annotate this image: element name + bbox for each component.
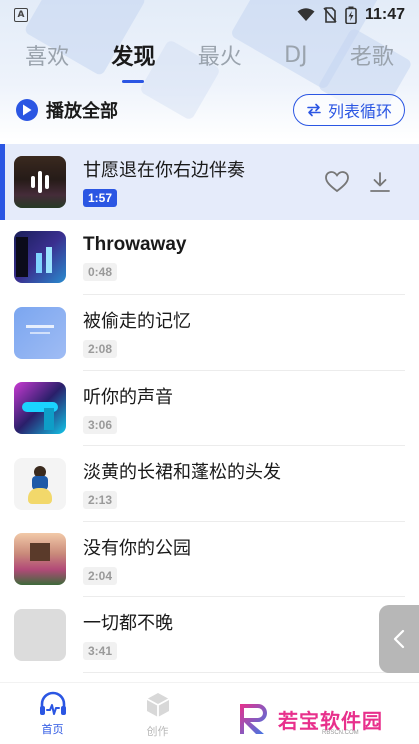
tab-old-songs[interactable]: 老歌	[350, 39, 394, 77]
song-title: 听你的声音	[83, 386, 173, 408]
loop-mode-label: 列表循环	[327, 102, 392, 121]
repeat-icon	[307, 103, 321, 117]
clock: 11:47	[364, 6, 405, 23]
song-title: 一切都不晚	[83, 613, 173, 635]
song-cover	[14, 608, 66, 661]
song-title: 没有你的公园	[83, 537, 191, 559]
nav-create[interactable]: 创作	[105, 691, 210, 739]
nav-home[interactable]: 首页	[0, 691, 105, 737]
song-title: 被偷走的记忆	[83, 311, 191, 333]
song-duration: 3:06	[83, 415, 118, 434]
cover-art	[44, 408, 54, 431]
cover-art	[46, 247, 52, 274]
song-row[interactable]: 一切都不晚 3:41	[0, 597, 419, 673]
tab-like[interactable]: 喜欢	[25, 39, 69, 77]
song-title: 甘愿退在你右边伴奏	[83, 160, 245, 182]
song-duration: 2:08	[83, 340, 118, 359]
song-row[interactable]: 淡黄的长裙和蓬松的头发 2:13	[0, 446, 419, 522]
song-duration: 2:13	[83, 491, 118, 510]
no-sim-icon	[323, 7, 337, 23]
cover-art	[28, 487, 52, 504]
watermark-subtext: RBSCN.COM	[322, 730, 359, 736]
tab-discover[interactable]: 发现	[111, 39, 155, 77]
cover-art	[36, 253, 42, 274]
song-cover	[14, 382, 66, 435]
song-title: Throwaway	[83, 233, 187, 255]
song-row[interactable]: 被偷走的记忆 2:08	[0, 295, 419, 371]
cover-art	[26, 324, 54, 328]
song-cover	[14, 533, 66, 586]
cover-art	[30, 543, 50, 562]
song-duration: 0:48	[83, 262, 118, 281]
cube-icon	[146, 693, 169, 717]
app-notification-icon: A	[14, 8, 28, 22]
cover-art	[30, 331, 50, 334]
song-title: 淡黄的长裙和蓬松的头发	[83, 462, 281, 484]
song-row[interactable]: 听你的声音 3:06	[0, 371, 419, 446]
song-duration: 2:04	[83, 566, 118, 585]
side-drawer-button[interactable]	[379, 605, 419, 673]
heart-icon[interactable]	[325, 170, 349, 193]
status-bar: A 11:47	[0, 0, 419, 30]
song-duration: 1:57	[83, 189, 118, 208]
nav-home-label: 首页	[41, 723, 64, 736]
chevron-left-icon	[393, 629, 405, 649]
tab-dj[interactable]: DJ	[284, 43, 307, 74]
song-cover	[14, 155, 66, 208]
playlist-controls: 播放全部 列表循环	[0, 92, 419, 128]
song-row[interactable]: 没有你的公园 2:04	[0, 522, 419, 597]
play-icon	[16, 99, 38, 121]
song-row-playing[interactable]: 甘愿退在你右边伴奏 1:57	[0, 144, 419, 220]
watermark: 若宝软件园 RBSCN.COM	[236, 698, 404, 740]
play-all-label: 播放全部	[46, 101, 118, 122]
song-cover	[14, 231, 66, 284]
battery-charging-icon	[345, 6, 357, 24]
tab-hottest[interactable]: 最火	[198, 39, 242, 77]
cover-art	[16, 237, 28, 278]
loop-mode-button[interactable]: 列表循环	[292, 94, 405, 126]
category-tabs: 喜欢 发现 最火 DJ 老歌	[0, 36, 419, 80]
play-all-button[interactable]: 播放全部	[16, 97, 118, 123]
song-row[interactable]: Throwaway 0:48	[0, 220, 419, 295]
song-duration: 3:41	[83, 642, 118, 661]
song-cover	[14, 306, 66, 359]
watermark-logo-icon	[240, 704, 267, 734]
song-list: 甘愿退在你右边伴奏 1:57 Throwaway 0:48 被偷走的记忆 2:0…	[0, 144, 419, 673]
headphones-pulse-icon	[39, 691, 66, 715]
download-icon[interactable]	[369, 171, 391, 193]
equalizer-icon	[14, 155, 66, 208]
nav-create-label: 创作	[146, 725, 169, 738]
divider	[83, 671, 405, 673]
wifi-icon	[297, 8, 315, 21]
song-cover	[14, 457, 66, 510]
